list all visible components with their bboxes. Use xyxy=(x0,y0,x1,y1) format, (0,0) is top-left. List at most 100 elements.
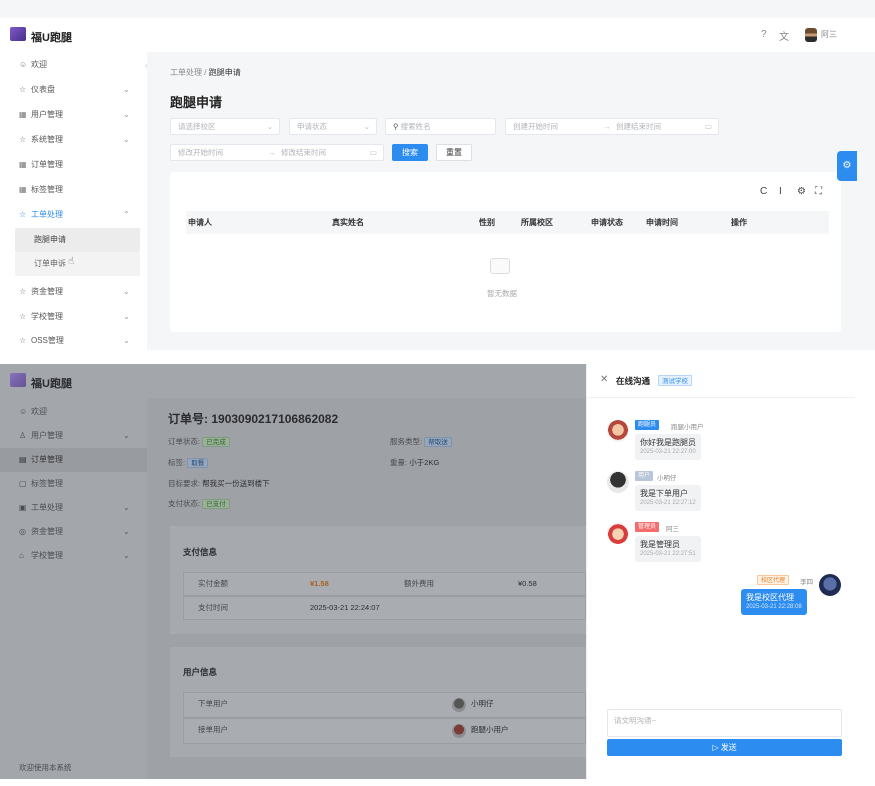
sidebar-item-label: 订单管理 xyxy=(31,455,63,464)
create-end-placeholder: 创建结束时间 xyxy=(616,122,661,131)
send-button[interactable]: ▷ 发送 xyxy=(607,739,842,756)
user-info-card: 用户信息 下单用户 小明仔 接单用户 跑腿小用户 xyxy=(170,647,586,757)
sidebar-item-tags[interactable]: ▢ 标签管理 xyxy=(0,472,147,496)
search-name-input[interactable]: ⚲ 搜索姓名 xyxy=(385,118,496,135)
help-icon[interactable]: ? xyxy=(761,29,767,40)
chevron-down-icon: ⌄ xyxy=(266,122,273,131)
empty-text: 暂无数据 xyxy=(487,289,517,298)
table-header: 申请人 真实姓名 性别 所属校区 申请状态 申请时间 操作 xyxy=(186,211,829,234)
app-name: 福U跑腿 xyxy=(31,32,72,44)
sidebar-item-schools[interactable]: ⌂ 学校管理 ⌄ xyxy=(0,544,147,568)
main-content: 工单处理 / 跑腿申请 跑腿申请 请选择校区 ⌄ 申请状态 ⌄ ⚲ 搜索姓名 创… xyxy=(154,52,854,350)
chevron-up-icon: ⌃ xyxy=(123,210,130,219)
breadcrumb: 工单处理 / 跑腿申请 xyxy=(170,67,241,78)
sidebar-item-schools[interactable]: ☆ 学校管理 ⌄ xyxy=(0,304,147,329)
avatar-cartoon-3 xyxy=(607,522,629,544)
settings-icon[interactable]: ⚙ xyxy=(797,186,806,197)
column-height-icon[interactable]: I xyxy=(779,186,782,197)
chevron-down-icon: ⌄ xyxy=(123,431,130,440)
message-time: 2025-03-21 22:27:51 xyxy=(640,551,696,557)
sidebar-item-funds[interactable]: ☆ 资金管理 ⌄ xyxy=(0,279,147,304)
sidebar-item-label: 欢迎 xyxy=(31,60,47,69)
message-time: 2025-03-21 22:28:08 xyxy=(746,604,802,610)
user-avatar[interactable] xyxy=(805,28,817,42)
order-tag: 标签: 取餐 xyxy=(168,457,209,468)
actual-amount-label: 实付金额 xyxy=(198,579,228,588)
sidebar-item-label: 用户管理 xyxy=(31,431,63,440)
breadcrumb-parent[interactable]: 工单处理 xyxy=(170,68,202,77)
pay-status-badge: 已支付 xyxy=(202,499,230,509)
sidebar-item-orders[interactable]: ▦ 订单管理 xyxy=(0,152,147,177)
app-name: 福U跑腿 xyxy=(31,378,72,390)
create-start-placeholder: 创建开始时间 xyxy=(513,122,558,131)
message-text: 你好我是跑腿员 xyxy=(640,438,696,447)
create-date-range[interactable]: 创建开始时间 → 创建结束时间 ▭ xyxy=(505,118,719,135)
top-header: 福U跑腿 ? 文 阿三 xyxy=(0,18,875,52)
runner-label: 接单用户 xyxy=(198,725,228,734)
fullscreen-icon[interactable]: ⛶ xyxy=(815,186,822,197)
status-select[interactable]: 申请状态 ⌄ xyxy=(289,118,377,135)
message-bubble: 我是管理员 2025-03-21 22:27:51 xyxy=(635,536,701,562)
bottom-header: 福U跑腿 xyxy=(0,364,586,398)
sidebar-item-label: OSS管理 xyxy=(31,336,64,345)
sidebar-subitem-label: 订单申诉 xyxy=(34,259,66,268)
sidebar-item-users[interactable]: ♙ 用户管理 ⌄ xyxy=(0,424,147,448)
sidebar-item-orders[interactable]: ▤ 订单管理 xyxy=(0,448,147,472)
sidebar-item-dashboard[interactable]: ☆ 仪表盘 ⌄ xyxy=(0,77,147,102)
message-text: 我是下单用户 xyxy=(640,489,688,498)
message-bubble-mine: 我是校区代理 2025-03-21 22:28:08 xyxy=(741,589,807,615)
sidebar-item-label: 资金管理 xyxy=(31,527,63,536)
chevron-down-icon: ⌄ xyxy=(123,85,130,94)
table-card: C I ⚙ ⛶ 申请人 真实姓名 性别 所属校区 申请状态 申请时间 操作 暂无… xyxy=(170,172,841,332)
school-icon: ⌂ xyxy=(19,551,24,560)
order-detail-page-dimmed: 福U跑腿 ☺ 欢迎 ♙ 用户管理 ⌄ ▤ 订单管理 ▢ 标签管理 ▣ 工单处理 xyxy=(0,364,586,779)
sidebar-item-label: 工单处理 xyxy=(31,503,63,512)
refresh-icon[interactable]: C xyxy=(760,186,767,197)
translate-icon[interactable]: 文 xyxy=(779,28,789,43)
chevron-down-icon: ⌄ xyxy=(123,503,130,512)
search-button[interactable]: 搜索 xyxy=(392,144,428,161)
chevron-down-icon: ⌄ xyxy=(363,122,370,131)
sidebar-item-system[interactable]: ☆ 系统管理 ⌄ xyxy=(0,127,147,152)
sidebar-subitem-runner-apply[interactable]: 跑腿申请 xyxy=(15,228,140,252)
sidebar-item-label: 学校管理 xyxy=(31,312,63,321)
chat-title: 在线沟通 xyxy=(616,376,651,386)
role-badge: 校区代理 xyxy=(757,575,790,585)
note-value: 帮我买一份送到楼下 xyxy=(202,479,270,488)
extra-fee-label: 额外费用 xyxy=(404,579,434,588)
page-title: 跑腿申请 xyxy=(170,95,223,110)
payment-title: 支付信息 xyxy=(183,547,218,557)
star-icon: ☆ xyxy=(19,336,27,345)
sidebar-item-funds[interactable]: ◎ 资金管理 ⌄ xyxy=(0,520,147,544)
user-name[interactable]: 阿三 xyxy=(821,29,837,40)
campus-select[interactable]: 请选择校区 ⌄ xyxy=(170,118,280,135)
order-status-label: 订单状态: xyxy=(168,437,201,446)
sidebar-item-tickets[interactable]: ▣ 工单处理 ⌄ xyxy=(0,496,147,520)
sidebar-item-tags[interactable]: ▦ 标签管理 xyxy=(0,177,147,202)
settings-drawer-button[interactable]: ⚙ xyxy=(837,151,857,181)
collapse-sidebar-icon[interactable]: ‹ xyxy=(145,63,147,70)
sidebar-item-label: 用户管理 xyxy=(31,110,63,119)
update-date-range[interactable]: 修改开始时间 → 修改结束时间 ▭ xyxy=(170,144,384,161)
sidebar-item-label: 标签管理 xyxy=(31,479,63,488)
weight-label: 重量: xyxy=(390,458,408,467)
user-row: 接单用户 跑腿小用户 xyxy=(183,718,586,744)
reset-button[interactable]: 重置 xyxy=(436,144,472,161)
sidebar-item-welcome[interactable]: ☺ 欢迎 xyxy=(0,52,147,77)
sidebar-item-users[interactable]: ▦ 用户管理 ⌄ xyxy=(0,102,147,127)
chat-header: ✕ 在线沟通 测试学校 xyxy=(587,364,855,398)
chat-input[interactable]: 请文明沟通~ xyxy=(607,709,842,737)
order-number-value: 1903090217106862082 xyxy=(211,412,339,426)
calendar-icon: ▭ xyxy=(369,148,377,157)
close-icon[interactable]: ✕ xyxy=(600,374,608,385)
sidebar-item-welcome[interactable]: ☺ 欢迎 xyxy=(0,400,147,424)
order-tag-label: 标签: xyxy=(168,458,186,467)
sidebar-subitem-order-appeal[interactable]: 订单申诉 ☝ xyxy=(15,252,140,276)
payment-row: 实付金额 ¥1.58 额外费用 ¥0.58 xyxy=(183,572,586,596)
user-info-title: 用户信息 xyxy=(183,667,218,677)
message-bubble: 你好我是跑腿员 2025-03-21 22:27:00 xyxy=(635,434,701,460)
runner-avatar xyxy=(452,724,466,738)
sidebar-item-tickets[interactable]: ☆ 工单处理 ⌃ xyxy=(0,202,147,227)
service-type-label: 服务类型: xyxy=(390,437,423,446)
sidebar-item-oss[interactable]: ☆ OSS管理 ⌄ xyxy=(0,328,147,353)
